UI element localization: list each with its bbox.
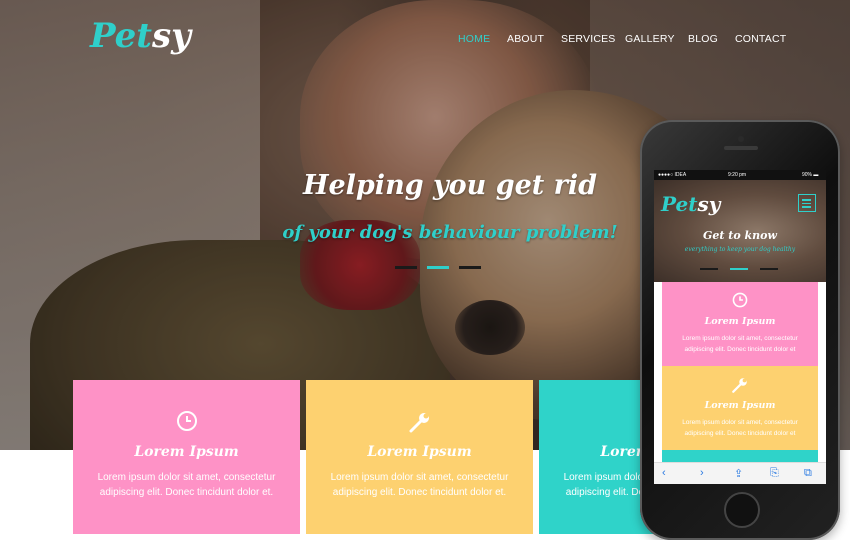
phone-card-1[interactable]: Lorem Ipsum Lorem ipsum dolor sit amet, … <box>662 282 818 366</box>
status-time: 9:20 pm <box>728 172 747 178</box>
phone-card-2[interactable]: Lorem Ipsum Lorem ipsum dolor sit amet, … <box>662 366 818 450</box>
feature-card-1[interactable]: Lorem Ipsum Lorem ipsum dolor sit amet, … <box>73 380 300 534</box>
phone-slider-dot-1[interactable] <box>700 268 718 270</box>
phone-hero: Petsy Get to know everything to keep you… <box>654 180 826 282</box>
phone-logo-part1: Pet <box>661 192 698 216</box>
phone-mockup: ●●●●○ IDEA 9:20 pm 90% ▬ Petsy Get to kn… <box>640 120 840 540</box>
phone-home-button[interactable] <box>724 492 760 528</box>
feature-card-title: Lorem Ipsum <box>367 444 472 460</box>
clock-icon <box>73 410 300 432</box>
nav-item-blog[interactable]: BLOG <box>688 33 718 45</box>
phone-status-bar: ●●●●○ IDEA 9:20 pm 90% ▬ <box>654 170 826 180</box>
nav-item-home[interactable]: HOME <box>458 33 490 45</box>
browser-bookmarks-icon[interactable]: ⎘ <box>770 467 779 480</box>
slider-dot-1[interactable] <box>395 266 417 269</box>
slider-dot-3[interactable] <box>459 266 481 269</box>
phone-speaker <box>724 146 758 150</box>
main-nav: HOME ABOUT SERVICES GALLERY BLOG CONTACT <box>0 33 850 47</box>
phone-card-title: Lorem Ipsum <box>704 400 776 411</box>
hamburger-menu-icon[interactable] <box>798 194 816 212</box>
status-battery: 90% ▬ <box>802 172 819 178</box>
browser-share-icon[interactable]: ⇪ <box>734 467 743 480</box>
phone-card-text: Lorem ipsum dolor sit amet, consectetur … <box>682 335 798 353</box>
phone-card-3-edge <box>662 450 818 462</box>
nav-item-contact[interactable]: CONTACT <box>735 33 786 45</box>
phone-hero-headline: Get to know <box>703 229 777 242</box>
phone-slider-dot-2[interactable] <box>730 268 748 270</box>
feature-card-title: Lorem Ipsum <box>134 444 239 460</box>
phone-screen: ●●●●○ IDEA 9:20 pm 90% ▬ Petsy Get to kn… <box>654 170 826 484</box>
browser-forward-icon[interactable]: › <box>700 467 704 479</box>
phone-logo[interactable]: Petsy <box>661 192 720 216</box>
slider-dot-2[interactable] <box>427 266 449 269</box>
status-carrier: ●●●●○ IDEA <box>658 172 687 178</box>
phone-hero-subheadline: everything to keep your dog healthy <box>684 246 796 253</box>
feature-card-text: Lorem ipsum dolor sit amet, consectetur … <box>97 472 276 498</box>
nav-item-about[interactable]: ABOUT <box>507 33 544 45</box>
browser-back-icon[interactable]: ‹ <box>662 467 666 479</box>
phone-card-text: Lorem ipsum dolor sit amet, consectetur … <box>682 419 798 437</box>
phone-slider-dot-3[interactable] <box>760 268 778 270</box>
nav-item-services[interactable]: SERVICES <box>561 33 616 45</box>
phone-card-title: Lorem Ipsum <box>704 316 776 327</box>
feature-card-2[interactable]: Lorem Ipsum Lorem ipsum dolor sit amet, … <box>306 380 533 534</box>
wrench-icon <box>662 376 818 393</box>
browser-tabs-icon[interactable]: ⧉ <box>804 467 812 480</box>
phone-logo-part2: sy <box>697 192 721 216</box>
wrench-icon <box>306 410 533 433</box>
clock-icon <box>662 292 818 308</box>
phone-browser-bar: ‹ › ⇪ ⎘ ⧉ <box>654 462 826 484</box>
feature-card-text: Lorem ipsum dolor sit amet, consectetur … <box>330 472 509 498</box>
nav-item-gallery[interactable]: GALLERY <box>625 33 675 45</box>
phone-camera <box>738 136 744 142</box>
